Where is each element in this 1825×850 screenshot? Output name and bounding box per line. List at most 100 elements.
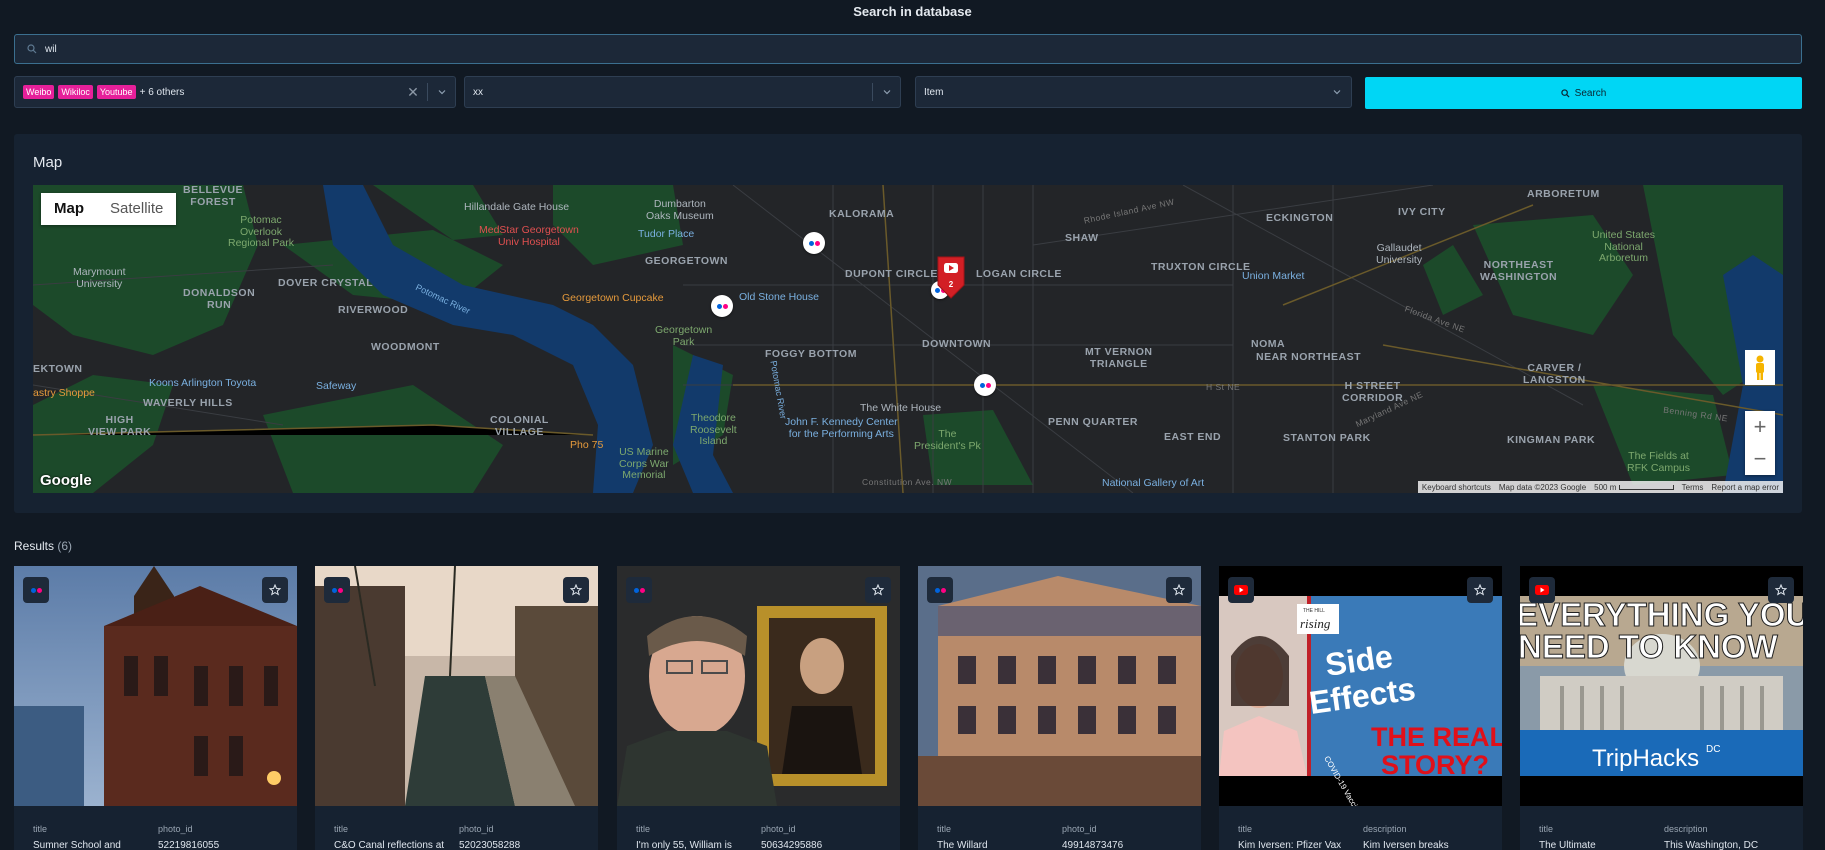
map-label: LOGAN CIRCLE (976, 268, 1062, 280)
map-type-control[interactable]: Map Satellite (41, 193, 177, 225)
map-data-credit: Map data ©2023 Google (1498, 482, 1587, 492)
search-input[interactable] (45, 43, 1745, 55)
map-label: Pho 75 (570, 439, 604, 451)
map-label: Dumbarton Oaks Museum (646, 198, 714, 222)
keyboard-shortcuts-link[interactable]: Keyboard shortcuts (1422, 483, 1491, 492)
star-icon[interactable] (1467, 577, 1493, 603)
map-label: US Marine Corps War Memorial (619, 446, 669, 482)
field-label: title (33, 824, 48, 834)
map-label: Georgetown Cupcake (562, 292, 664, 304)
report-error-link[interactable]: Report a map error (1711, 483, 1779, 492)
map-label: Old Stone House (739, 291, 819, 303)
map-label: GEORGETOWN (645, 255, 728, 267)
map-label: SHAW (1065, 232, 1099, 244)
map-label: COLONIAL VILLAGE (490, 414, 549, 438)
field-value: Kim Iversen: Pfizer Vax (1238, 840, 1342, 850)
type-select-value: Item (924, 86, 944, 98)
zoom-out-button[interactable]: − (1745, 443, 1775, 475)
field-label: description (1363, 824, 1407, 834)
result-thumbnail[interactable]: EVERYTHING YOU NEED TO KNOW TripHacks DC (1520, 566, 1803, 806)
map-label: DOVER CRYSTAL (278, 277, 374, 289)
flickr-map-marker[interactable] (803, 232, 825, 254)
source-tag-weibo[interactable]: Weibo (23, 85, 55, 99)
map-label: Theodore Roosevelt Island (690, 412, 737, 448)
close-icon[interactable]: ✕ (399, 84, 427, 101)
map-label: Georgetown Park (655, 324, 713, 348)
map-label: ECKINGTON (1266, 212, 1334, 224)
result-card[interactable]: title I'm only 55, William is photo_id 506… (617, 566, 900, 850)
field-label: title (636, 824, 651, 834)
star-icon[interactable] (1166, 577, 1192, 603)
source-tag-youtube[interactable]: Youtube (96, 85, 136, 99)
star-icon[interactable] (1768, 577, 1794, 603)
chevron-down-icon[interactable] (872, 83, 900, 101)
sources-select[interactable]: Weibo Wikiloc Youtube + 6 others ✕ (14, 76, 456, 108)
map-label: Koons Arlington Toyota (149, 377, 257, 389)
flickr-icon (626, 577, 652, 603)
chevron-down-icon[interactable] (1323, 83, 1351, 101)
type-select[interactable]: Item (915, 76, 1352, 108)
map-type-satellite[interactable]: Satellite (97, 193, 176, 225)
flickr-map-marker[interactable] (974, 374, 996, 396)
zoom-in-button[interactable]: + (1745, 411, 1775, 443)
map-label: The President's Pk (914, 428, 981, 452)
map-label: CARVER / LANGSTON (1523, 362, 1586, 386)
flickr-icon (23, 577, 49, 603)
chevron-down-icon[interactable] (427, 83, 455, 101)
result-thumbnail[interactable]: THE HILL rising Side Effects THE REAL ST… (1219, 566, 1502, 806)
result-thumbnail[interactable] (918, 566, 1201, 806)
result-card[interactable]: THE HILL rising Side Effects THE REAL ST… (1219, 566, 1502, 850)
map-label: United States National Arboretum (1592, 229, 1656, 265)
map-label: WOODMONT (371, 341, 440, 353)
source-tag-wikiloc[interactable]: Wikiloc (58, 85, 93, 99)
second-select[interactable]: xx (464, 76, 901, 108)
results-label: Results (14, 539, 55, 553)
field-label: photo_id (158, 824, 193, 834)
map-canvas[interactable]: BELLEVUE FOREST Potomac Overlook Regional P… (33, 185, 1783, 493)
map-label: HIGH VIEW PARK (88, 414, 152, 438)
field-value: C&O Canal reflections at (334, 840, 445, 850)
result-card[interactable]: title The Willard photo_id 49914873476 (918, 566, 1201, 850)
flickr-icon (927, 577, 953, 603)
terms-link[interactable]: Terms (1682, 483, 1704, 492)
result-thumbnail[interactable] (14, 566, 297, 806)
zoom-control[interactable]: + − (1745, 411, 1775, 475)
star-icon[interactable] (262, 577, 288, 603)
result-card[interactable]: title C&O Canal reflections at photo_id 52… (315, 566, 598, 850)
map-label: National Gallery of Art (1102, 477, 1205, 489)
map-label: BELLEVUE FOREST (183, 185, 244, 208)
map-label: astry Shoppe (33, 387, 95, 399)
search-icon (27, 44, 37, 54)
field-value: Sumner School and (33, 840, 121, 850)
map-label: Safeway (316, 380, 357, 392)
map-label: RIVERWOOD (338, 304, 409, 316)
field-value: Kim Iversen breaks (1363, 840, 1449, 850)
flickr-map-marker[interactable] (711, 295, 733, 317)
result-card[interactable]: EVERYTHING YOU NEED TO KNOW TripHacks DC… (1520, 566, 1803, 850)
search-icon (1560, 88, 1570, 98)
map-label: ARBORETUM (1527, 188, 1600, 200)
star-icon[interactable] (865, 577, 891, 603)
map-label: DONALDSON RUN (183, 287, 256, 311)
result-card[interactable]: title Sumner School and photo_id 522198160… (14, 566, 297, 850)
map-label: IVY CITY (1398, 206, 1446, 218)
search-bar[interactable] (14, 34, 1802, 64)
field-label: title (937, 824, 952, 834)
map-label: NORTHEAST WASHINGTON (1480, 259, 1558, 283)
field-label: photo_id (761, 824, 796, 834)
sources-more-count: + 6 others (139, 86, 185, 98)
map-type-map[interactable]: Map (41, 193, 97, 225)
field-label: title (334, 824, 349, 834)
field-label: photo_id (459, 824, 494, 834)
youtube-icon (1529, 577, 1555, 603)
youtube-icon (1228, 577, 1254, 603)
result-thumbnail[interactable] (617, 566, 900, 806)
field-label: description (1664, 824, 1708, 834)
search-button[interactable]: Search (1365, 77, 1802, 109)
star-icon[interactable] (563, 577, 589, 603)
youtube-cluster-marker[interactable]: 2 (936, 255, 966, 299)
map-label: KALORAMA (829, 208, 895, 220)
pegman-icon[interactable] (1745, 350, 1775, 385)
search-button-label: Search (1574, 87, 1607, 99)
result-thumbnail[interactable] (315, 566, 598, 806)
